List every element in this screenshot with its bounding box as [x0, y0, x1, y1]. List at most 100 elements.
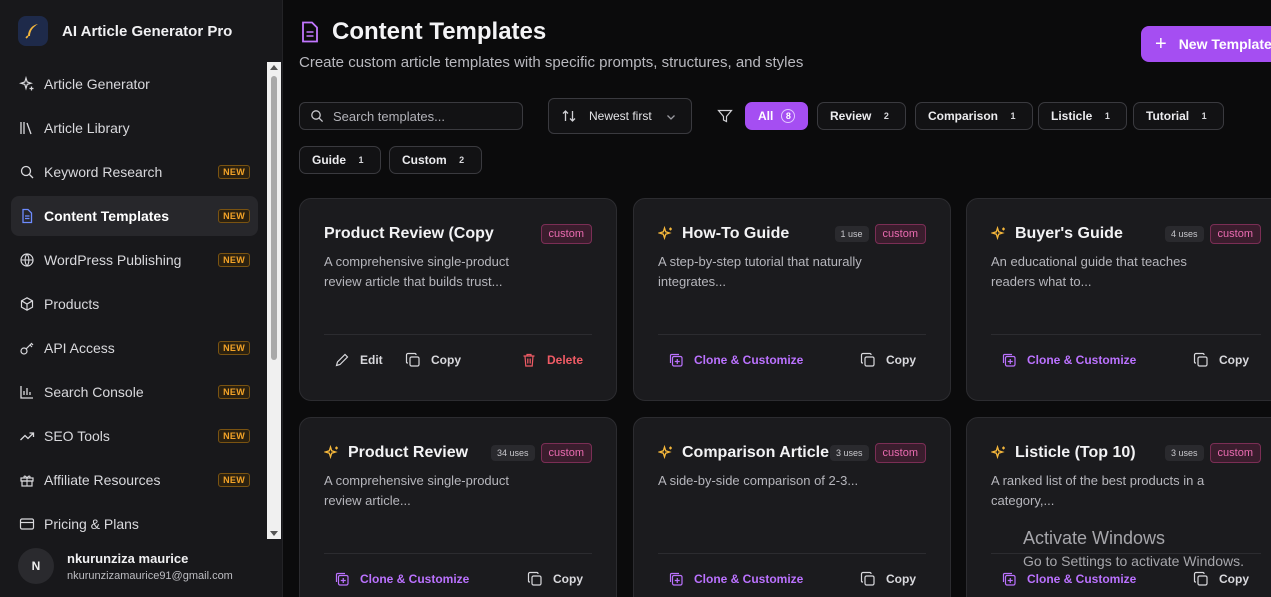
page-subtitle: Create custom article templates with spe…	[299, 54, 804, 71]
plus-icon: +	[1155, 33, 1167, 55]
copy-button[interactable]: Copy	[405, 352, 461, 368]
card-header: Comparison Article	[658, 444, 829, 462]
watermark-subtitle: Go to Settings to activate Windows.	[1023, 553, 1244, 569]
filter-chip-count: 2	[459, 155, 465, 165]
main-content: Content Templates Create custom article …	[283, 0, 1271, 597]
sidebar-item-search-console[interactable]: Search Console NEW	[11, 372, 258, 412]
sidebar-item-pricing-plans[interactable]: Pricing & Plans	[11, 504, 258, 544]
card-tags: 3 uses custom	[1165, 443, 1261, 463]
sidebar-item-keyword-research[interactable]: Keyword Research NEW	[11, 152, 258, 192]
clone-customize-label: Clone & Customize	[694, 572, 804, 586]
edit-button[interactable]: Edit	[334, 352, 383, 368]
template-card[interactable]: Buyer's Guide 4 uses custom An education…	[966, 198, 1271, 401]
sidebar-item-products[interactable]: Products	[11, 284, 258, 324]
filter-chip-comparison[interactable]: Comparison 1	[915, 102, 1034, 130]
template-card[interactable]: Product Review 34 uses custom A comprehe…	[299, 417, 617, 597]
card-header: Buyer's Guide	[991, 225, 1123, 243]
sparkles-icon	[658, 445, 672, 460]
sidebar-item-wordpress-publishing[interactable]: WordPress Publishing NEW	[11, 240, 258, 280]
card-header: Product Review	[324, 444, 468, 462]
card-tags: custom	[540, 224, 592, 244]
new-template-button[interactable]: + New Template	[1141, 26, 1271, 62]
user-profile[interactable]: N nkurunziza maurice nkurunzizamaurice91…	[18, 548, 233, 584]
new-badge: NEW	[218, 473, 250, 487]
divider	[658, 334, 926, 335]
scroll-down-arrow-icon[interactable]	[270, 531, 278, 536]
copy-icon	[1193, 571, 1208, 586]
edit-label: Edit	[360, 353, 383, 367]
filter-chip-count: 1	[1104, 111, 1110, 121]
sort-select[interactable]: Newest first	[548, 98, 692, 134]
sidebar-item-label: API Access	[44, 340, 115, 356]
scroll-up-arrow-icon[interactable]	[270, 65, 278, 70]
clone-customize-button[interactable]: Clone & Customize	[1001, 571, 1136, 587]
scrollbar-thumb[interactable]	[271, 76, 277, 360]
search-box[interactable]	[299, 102, 523, 130]
sidebar-item-article-generator[interactable]: Article Generator	[11, 64, 258, 104]
card-description: A comprehensive single-product review ar…	[324, 473, 509, 508]
card-header: How-To Guide	[658, 225, 789, 243]
new-badge: NEW	[218, 165, 250, 179]
delete-button[interactable]: Delete	[521, 352, 583, 368]
clone-customize-label: Clone & Customize	[360, 572, 470, 586]
filter-chip-guide[interactable]: Guide 1	[299, 146, 382, 174]
sidebar-item-label: Keyword Research	[44, 164, 163, 180]
search-icon	[19, 164, 35, 180]
document-icon	[302, 21, 318, 43]
copy-label: Copy	[1219, 572, 1249, 586]
clone-plus-icon	[669, 572, 683, 586]
card-header: Product Review (Copy	[324, 225, 494, 243]
sparkles-icon	[991, 445, 1005, 460]
gift-icon	[19, 472, 35, 488]
template-card[interactable]: How-To Guide 1 use custom A step-by-step…	[633, 198, 951, 401]
copy-button[interactable]: Copy	[527, 571, 583, 587]
usage-count: 1 use	[834, 226, 869, 242]
card-title: Buyer's Guide	[1015, 225, 1123, 242]
copy-button[interactable]: Copy	[860, 352, 916, 368]
clone-customize-label: Clone & Customize	[1027, 572, 1137, 586]
clone-customize-button[interactable]: Clone & Customize	[334, 571, 469, 587]
card-description: A side-by-side comparison of 2-3...	[658, 473, 859, 488]
filter-icon[interactable]	[717, 108, 733, 124]
filter-chip-listicle[interactable]: Listicle 1	[1038, 102, 1128, 130]
clone-customize-button[interactable]: Clone & Customize	[668, 571, 803, 587]
sidebar-item-affiliate-resources[interactable]: Affiliate Resources NEW	[11, 460, 258, 500]
sidebar-scrollbar[interactable]	[267, 62, 281, 539]
filter-chip-custom[interactable]: Custom 2	[389, 146, 482, 174]
sidebar-item-label: Products	[44, 296, 100, 312]
sidebar-item-api-access[interactable]: API Access NEW	[11, 328, 258, 368]
sidebar-item-label: Affiliate Resources	[44, 472, 161, 488]
filter-chip-label: Review	[830, 109, 872, 123]
filter-chip-count: 2	[883, 111, 889, 121]
clone-customize-label: Clone & Customize	[694, 353, 804, 367]
template-card[interactable]: Product Review (Copy custom A comprehens…	[299, 198, 617, 401]
filter-chip-label: Tutorial	[1146, 109, 1190, 123]
tag-badge: custom	[540, 443, 592, 463]
copy-button[interactable]: Copy	[860, 571, 916, 587]
brand[interactable]: AI Article Generator Pro	[18, 14, 232, 48]
usage-count: 3 uses	[1165, 445, 1204, 461]
copy-button[interactable]: Copy	[1193, 571, 1249, 587]
new-template-label: New Template	[1178, 36, 1271, 52]
usage-count: 34 uses	[491, 445, 535, 461]
card-title: Comparison Article	[682, 444, 829, 461]
sidebar-item-content-templates[interactable]: Content Templates NEW	[11, 196, 258, 236]
filter-chip-label: All	[758, 109, 774, 123]
filter-chip-all[interactable]: All 8	[745, 102, 809, 130]
copy-button[interactable]: Copy	[1193, 352, 1249, 368]
clone-customize-button[interactable]: Clone & Customize	[1001, 352, 1136, 368]
filter-chip-tutorial[interactable]: Tutorial 1	[1133, 102, 1225, 130]
filter-chip-review[interactable]: Review 2	[817, 102, 907, 130]
tag-badge: custom	[874, 443, 926, 463]
sidebar-item-article-library[interactable]: Article Library	[11, 108, 258, 148]
clone-customize-button[interactable]: Clone & Customize	[668, 352, 803, 368]
usage-count: 4 uses	[1165, 226, 1204, 242]
card-title: Product Review (Copy	[324, 225, 494, 242]
template-card[interactable]: Comparison Article 3 uses custom A side-…	[633, 417, 951, 597]
sidebar-item-seo-tools[interactable]: SEO Tools NEW	[11, 416, 258, 456]
clone-plus-icon	[669, 353, 683, 367]
template-card[interactable]: Listicle (Top 10) 3 uses custom A ranked…	[966, 417, 1271, 597]
copy-label: Copy	[431, 353, 461, 367]
search-input[interactable]	[333, 108, 513, 124]
sparkles-icon	[658, 226, 672, 241]
